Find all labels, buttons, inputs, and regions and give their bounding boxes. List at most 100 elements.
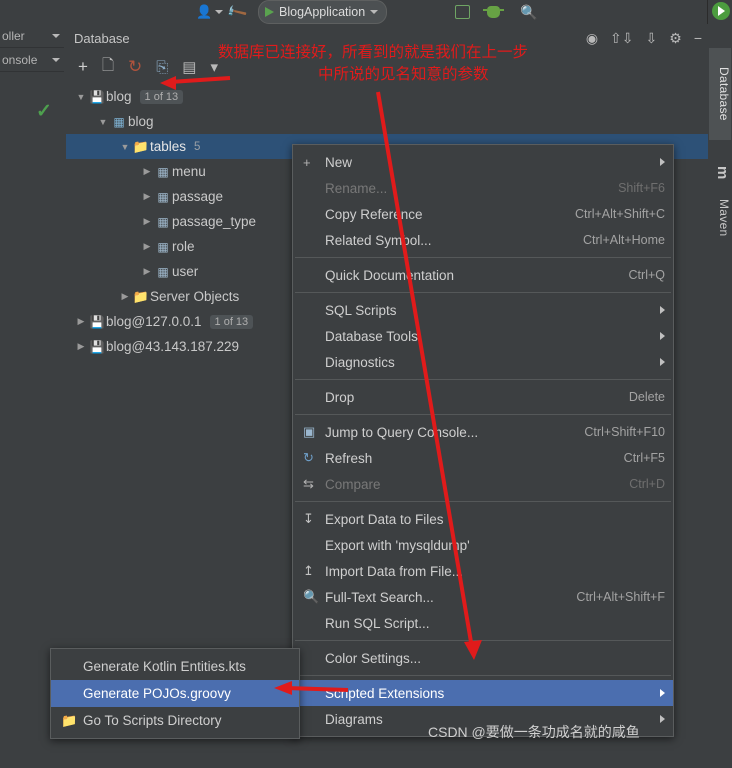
tree-node-blog-schema[interactable]: ▼ ▦ blog bbox=[66, 109, 708, 134]
ctx-export-with-mysqldump[interactable]: Export with 'mysqldump' bbox=[293, 532, 673, 558]
table-icon: ▦ bbox=[157, 264, 169, 279]
datasource-icon: 💾 bbox=[89, 339, 105, 354]
ctx-related-symbol[interactable]: Related Symbol... Ctrl+Alt+Home bbox=[293, 227, 673, 253]
run-button[interactable] bbox=[455, 0, 470, 24]
ctx-export-with-mysqldump-label: Export with 'mysqldump' bbox=[325, 537, 470, 553]
ctx-copy-reference-shortcut: Ctrl+Alt+Shift+C bbox=[575, 207, 665, 221]
ctx-drop-shortcut: Delete bbox=[628, 390, 665, 404]
ctx-quick-documentation-label: Quick Documentation bbox=[325, 267, 455, 283]
database-icon[interactable]: ⎘ bbox=[156, 59, 168, 76]
tree-node-blog-127-label: blog@127.0.0.1 bbox=[106, 314, 202, 329]
table-icon: ▦ bbox=[157, 164, 169, 179]
tree-node-table-user-label: user bbox=[172, 264, 199, 279]
ctx-compare-shortcut: Ctrl+D bbox=[629, 477, 665, 491]
submenu-generate-kotlin-entities-label: Generate Kotlin Entities.kts bbox=[83, 659, 246, 674]
sidebar-tab-controller-label: oller bbox=[2, 28, 25, 43]
ctx-drop-label: Drop bbox=[325, 389, 355, 405]
person-toolbar-button[interactable]: 👤 bbox=[196, 0, 224, 24]
target-icon[interactable]: ◉ bbox=[586, 30, 598, 47]
ctx-diagnostics[interactable]: Diagnostics bbox=[293, 349, 673, 375]
export-icon: ↧ bbox=[303, 511, 314, 526]
tree-node-table-passage-label: passage bbox=[172, 189, 224, 204]
tree-node-blog-datasource[interactable]: ▼ 💾 blog 1 of 13 bbox=[66, 84, 708, 109]
ctx-related-symbol-shortcut: Ctrl+Alt+Home bbox=[583, 233, 665, 247]
search-everywhere-button[interactable]: 🔍 bbox=[520, 0, 537, 24]
tool-tab-database-label: Database bbox=[717, 67, 731, 121]
tool-tab-maven-label: Maven bbox=[717, 199, 731, 237]
chevron-down-icon bbox=[215, 10, 224, 14]
ctx-copy-reference[interactable]: Copy Reference Ctrl+Alt+Shift+C bbox=[293, 201, 673, 227]
run-configuration-name: BlogApplication bbox=[279, 5, 366, 19]
run-configuration-selector[interactable]: BlogApplication bbox=[258, 0, 388, 24]
person-icon: 👤 bbox=[196, 4, 213, 19]
ctx-jump-to-query-console[interactable]: ▣ Jump to Query Console... Ctrl+Shift+F1… bbox=[293, 419, 673, 445]
datasource-icon: 💾 bbox=[89, 89, 105, 104]
submenu-generate-pojos-groovy-label: Generate POJOs.groovy bbox=[83, 686, 231, 701]
ctx-sql-scripts[interactable]: SQL Scripts bbox=[293, 297, 673, 323]
copy-icon[interactable]: 🗋 bbox=[102, 55, 114, 80]
refresh-icon[interactable]: ↻ bbox=[128, 57, 142, 77]
ctx-export-data-to-files-label: Export Data to Files bbox=[325, 511, 444, 527]
chevron-right-icon[interactable]: ▶ bbox=[140, 166, 154, 177]
tool-tab-maven-icon[interactable]: m bbox=[709, 160, 731, 186]
menu-separator bbox=[295, 675, 671, 676]
ctx-export-data-to-files[interactable]: ↧ Export Data to Files bbox=[293, 506, 673, 532]
ctx-color-settings[interactable]: Color Settings... bbox=[293, 645, 673, 671]
tool-tab-database[interactable]: Database bbox=[709, 48, 731, 140]
tool-tab-maven-icon-label: m bbox=[714, 166, 731, 180]
chevron-right-icon[interactable]: ▶ bbox=[140, 191, 154, 202]
tree-node-blog-remote-label: blog@43.143.187.229 bbox=[106, 339, 240, 354]
chevron-down-icon[interactable]: ▼ bbox=[118, 142, 132, 152]
tree-node-server-objects-label: Server Objects bbox=[150, 289, 240, 304]
build-button[interactable]: 🔨 bbox=[225, 0, 248, 24]
chevron-down-icon bbox=[52, 57, 60, 62]
ctx-new[interactable]: + New bbox=[293, 149, 673, 175]
menu-separator bbox=[295, 379, 671, 380]
submenu-generate-kotlin-entities[interactable]: Generate Kotlin Entities.kts bbox=[51, 653, 299, 680]
ctx-full-text-search-label: Full-Text Search... bbox=[325, 589, 434, 605]
table-icon: ▦ bbox=[157, 189, 169, 204]
chevron-right-icon[interactable]: ▶ bbox=[140, 241, 154, 252]
ctx-refresh[interactable]: ↻ Refresh Ctrl+F5 bbox=[293, 445, 673, 471]
console-icon[interactable]: ▤ bbox=[182, 58, 196, 76]
menu-separator bbox=[295, 257, 671, 258]
menu-separator bbox=[295, 501, 671, 502]
chevron-right-icon[interactable]: ▶ bbox=[74, 316, 88, 327]
settings-gear-icon[interactable]: ⚙ bbox=[669, 30, 682, 47]
hide-icon[interactable]: − bbox=[694, 30, 702, 46]
chevron-right-icon bbox=[660, 306, 665, 314]
ctx-rename-label: Rename... bbox=[325, 180, 388, 196]
run-status-icon[interactable] bbox=[712, 2, 730, 20]
chevron-right-icon[interactable]: ▶ bbox=[140, 216, 154, 227]
run-green-triangle-icon bbox=[265, 7, 274, 17]
sidebar-tab-console[interactable]: onsole bbox=[0, 48, 64, 72]
tool-tab-maven[interactable]: Maven bbox=[709, 190, 731, 246]
ctx-database-tools[interactable]: Database Tools bbox=[293, 323, 673, 349]
datasource-icon: 💾 bbox=[89, 314, 105, 329]
ctx-jump-to-query-console-label: Jump to Query Console... bbox=[325, 424, 479, 440]
chevron-right-icon[interactable]: ▶ bbox=[74, 341, 88, 352]
debug-button[interactable] bbox=[483, 0, 504, 24]
ctx-scripted-extensions[interactable]: Scripted Extensions bbox=[293, 680, 673, 706]
ctx-import-data-from-file[interactable]: ↥ Import Data from File... bbox=[293, 558, 673, 584]
chevron-right-icon[interactable]: ▶ bbox=[140, 266, 154, 277]
ctx-run-sql-script[interactable]: Run SQL Script... bbox=[293, 610, 673, 636]
collapse-all-icon[interactable]: ⇧⇩ bbox=[610, 30, 633, 47]
filter-icon[interactable]: ▾ bbox=[210, 58, 218, 76]
sidebar-tab-controller[interactable]: oller bbox=[0, 24, 64, 48]
ctx-color-settings-label: Color Settings... bbox=[325, 650, 422, 666]
submenu-generate-pojos-groovy[interactable]: Generate POJOs.groovy bbox=[51, 680, 299, 707]
expand-all-icon[interactable]: ⇩ bbox=[646, 30, 658, 47]
chevron-right-icon[interactable]: ▶ bbox=[118, 291, 132, 302]
folder-icon: 📁 bbox=[132, 288, 150, 304]
chevron-down-icon[interactable]: ▼ bbox=[96, 117, 110, 127]
ctx-drop[interactable]: Drop Delete bbox=[293, 384, 673, 410]
ctx-full-text-search[interactable]: 🔍 Full-Text Search... Ctrl+Alt+Shift+F bbox=[293, 584, 673, 610]
box-icon bbox=[455, 5, 470, 19]
tree-node-blog-schema-label: blog bbox=[128, 114, 154, 129]
ctx-compare-label: Compare bbox=[325, 476, 381, 492]
submenu-go-to-scripts-directory[interactable]: 📁 Go To Scripts Directory bbox=[51, 707, 299, 734]
ctx-quick-documentation[interactable]: Quick Documentation Ctrl+Q bbox=[293, 262, 673, 288]
chevron-down-icon[interactable]: ▼ bbox=[74, 92, 88, 102]
add-plus-icon[interactable]: + bbox=[78, 57, 88, 77]
